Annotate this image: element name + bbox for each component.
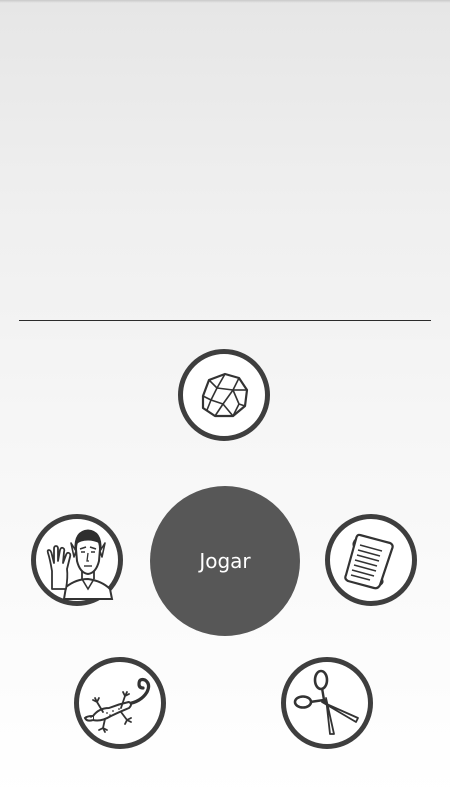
scissors-icon <box>293 669 359 735</box>
spock-choice-button[interactable] <box>31 514 123 606</box>
paper-icon <box>344 533 394 590</box>
divider <box>19 320 431 321</box>
lizard-icon <box>83 677 151 733</box>
scissors-choice-button[interactable] <box>281 657 373 749</box>
rock-icon <box>201 372 249 418</box>
play-button[interactable]: Jogar <box>150 486 300 636</box>
rock-choice-button[interactable] <box>178 349 270 441</box>
result-area <box>0 0 450 320</box>
spock-icon <box>46 529 114 600</box>
paper-choice-button[interactable] <box>325 514 417 606</box>
lizard-choice-button[interactable] <box>74 657 166 749</box>
